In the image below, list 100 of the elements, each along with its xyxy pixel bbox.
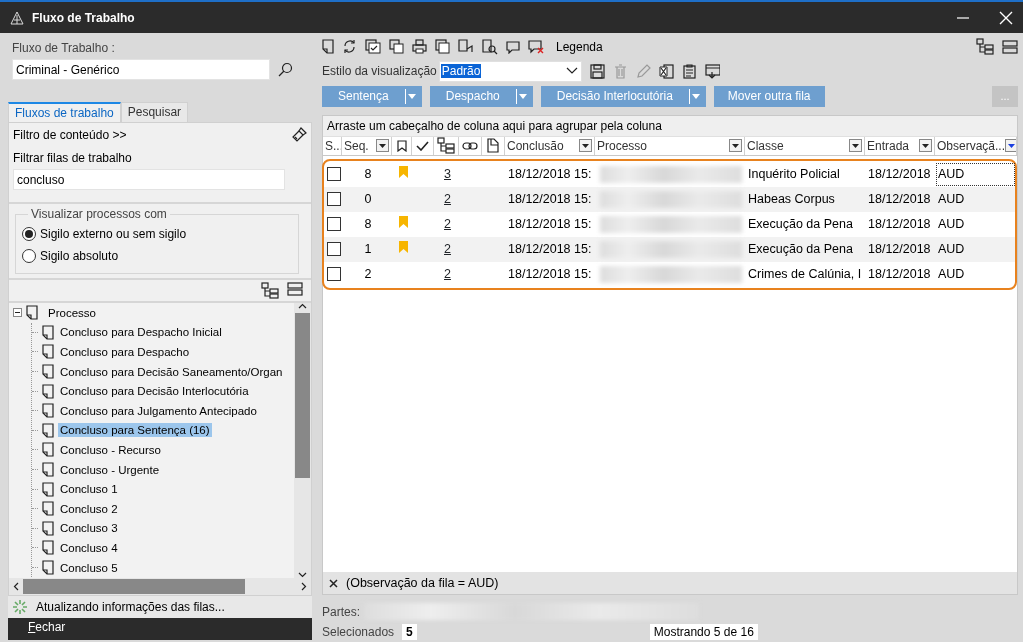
field-label: Fluxo de Trabalho : bbox=[11, 41, 116, 55]
save-icon[interactable] bbox=[589, 63, 605, 79]
tab[interactable]: Fluxos de trabalho bbox=[8, 102, 121, 122]
filter-toggle-link[interactable]: Filtro de conteúdo >> bbox=[13, 128, 127, 142]
table-cell-text: AUD bbox=[937, 267, 966, 282]
table-cell-text: Execução da Pena bbox=[747, 242, 854, 257]
table-cell-text: AUD bbox=[937, 217, 966, 232]
tab[interactable]: Pesquisar bbox=[120, 102, 189, 122]
tree-item[interactable]: Concluso 5 bbox=[58, 560, 120, 575]
dropdown-arrow-icon bbox=[379, 143, 386, 148]
comment-icon[interactable] bbox=[506, 39, 520, 54]
table-cell-text: Execução da Pena bbox=[747, 217, 854, 232]
queue-icon bbox=[42, 364, 54, 380]
tree-item[interactable]: Concluso 3 bbox=[58, 521, 120, 536]
close-button[interactable]: Fechar bbox=[8, 618, 312, 640]
expand-all-icon[interactable] bbox=[976, 38, 994, 56]
checklist-icon[interactable] bbox=[365, 39, 381, 55]
queue-icon bbox=[42, 422, 54, 438]
refresh-icon[interactable] bbox=[342, 39, 357, 55]
close-icon[interactable] bbox=[999, 10, 1013, 25]
filter-dropdown[interactable] bbox=[849, 139, 862, 153]
scroll-left-icon[interactable] bbox=[13, 582, 19, 591]
filter-dropdown[interactable] bbox=[376, 139, 389, 153]
clear-filter-icon[interactable] bbox=[329, 578, 338, 588]
collapse-all-icon[interactable] bbox=[1002, 39, 1018, 54]
tree-item[interactable]: Concluso para Sentença (16) bbox=[58, 423, 212, 438]
window-export-icon[interactable] bbox=[704, 63, 720, 79]
collapse-node-icon[interactable] bbox=[13, 308, 22, 318]
table-cell-text: 0 bbox=[363, 192, 373, 207]
horizontal-scrollbar[interactable] bbox=[9, 578, 311, 595]
tree-item[interactable]: Concluso - Recurso bbox=[58, 442, 163, 457]
filter-text: (Observação da fila = AUD) bbox=[346, 576, 499, 590]
expand-all-icon[interactable] bbox=[261, 282, 279, 299]
collapse-all-icon[interactable] bbox=[287, 282, 303, 296]
spreadsheet-icon[interactable] bbox=[658, 63, 674, 79]
clipboard-icon[interactable] bbox=[681, 63, 697, 79]
document-icon bbox=[487, 138, 499, 154]
legend-link[interactable]: Legenda bbox=[556, 39, 603, 54]
dropdown-arrow-icon[interactable] bbox=[519, 93, 528, 99]
row-checkbox[interactable] bbox=[327, 242, 341, 257]
tree-item[interactable]: Concluso 4 bbox=[58, 540, 120, 555]
new-document-icon[interactable] bbox=[322, 39, 334, 55]
brush-icon[interactable] bbox=[291, 127, 307, 143]
queue-icon bbox=[42, 344, 54, 360]
scroll-right-icon[interactable] bbox=[301, 582, 307, 591]
queue-icon bbox=[42, 403, 54, 419]
tree-item[interactable]: Processo bbox=[46, 305, 98, 320]
count-link[interactable]: 2 bbox=[444, 192, 451, 207]
row-checkbox[interactable] bbox=[327, 217, 341, 232]
queue-icon bbox=[42, 462, 54, 478]
count-link[interactable]: 3 bbox=[444, 167, 451, 182]
table-cell-text: 1 bbox=[363, 242, 373, 257]
radio-option[interactable]: Sigilo externo ou sem sigilo bbox=[22, 223, 292, 245]
print-icon[interactable] bbox=[412, 39, 427, 55]
checkmark-icon bbox=[416, 140, 429, 151]
dropdown-arrow-icon[interactable] bbox=[408, 93, 417, 99]
copy-icon[interactable] bbox=[389, 39, 404, 55]
group-by-hint: Arraste um cabeçalho de coluna aqui para agrupar pela coluna bbox=[323, 115, 1017, 137]
queue-icon bbox=[42, 324, 54, 340]
bookmark-icon bbox=[396, 139, 407, 152]
row-checkbox[interactable] bbox=[327, 192, 341, 207]
dropdown-arrow-icon[interactable] bbox=[692, 93, 701, 99]
search-icon[interactable] bbox=[278, 61, 294, 78]
tree-item[interactable]: Concluso para Julgamento Antecipado bbox=[58, 403, 259, 418]
filter-dropdown[interactable] bbox=[919, 139, 932, 153]
tree-item[interactable]: Concluso para Decisão Interlocutória bbox=[58, 384, 251, 399]
field-label: Partes: bbox=[322, 604, 360, 619]
tree-item[interactable]: Concluso - Urgente bbox=[58, 462, 162, 477]
row-checkbox[interactable] bbox=[327, 267, 341, 282]
scroll-down-icon[interactable] bbox=[298, 572, 307, 578]
filter-field[interactable]: concluso bbox=[13, 169, 285, 190]
count-link[interactable]: 2 bbox=[444, 217, 451, 232]
tree-item[interactable]: Concluso para Despacho Inicial bbox=[58, 325, 224, 340]
filter-dropdown[interactable] bbox=[729, 139, 742, 153]
queue-icon bbox=[26, 305, 38, 321]
dropdown-arrow-icon bbox=[852, 143, 859, 148]
field-label: Filtrar filas de trabalho bbox=[13, 151, 133, 165]
comment-delete-icon[interactable] bbox=[528, 39, 544, 55]
workflow-field[interactable]: Criminal - Genérico bbox=[12, 59, 270, 80]
group-title: Visualizar processos com bbox=[28, 207, 170, 221]
field-label: Estilo da visualização bbox=[322, 64, 437, 79]
view-style-dropdown[interactable]: Padrão bbox=[438, 60, 582, 82]
dropdown-arrow-icon bbox=[922, 143, 929, 148]
count-link[interactable]: 2 bbox=[444, 267, 451, 282]
document-search-icon[interactable] bbox=[482, 38, 498, 55]
table-cell-text: Crimes de Calúnia, I bbox=[747, 267, 863, 282]
tree-item[interactable]: Concluso para Despacho bbox=[58, 345, 192, 359]
scroll-up-icon[interactable] bbox=[298, 303, 307, 309]
filter-dropdown[interactable] bbox=[1005, 139, 1016, 153]
table-cell-text: 8 bbox=[363, 217, 373, 232]
table-cell-text: 18/12/2018 bbox=[867, 267, 932, 282]
row-checkbox[interactable] bbox=[327, 167, 341, 182]
vertical-scrollbar[interactable] bbox=[294, 303, 311, 578]
tree-item[interactable]: Concluso 1 bbox=[58, 482, 120, 497]
count-link[interactable]: 2 bbox=[444, 242, 451, 257]
tree-item[interactable]: Concluso para Decisão Saneamento/Organ bbox=[58, 364, 285, 379]
queue-icon bbox=[42, 560, 54, 575]
radio-option[interactable]: Sigilo absoluto bbox=[22, 245, 292, 267]
tree-item[interactable]: Concluso 2 bbox=[58, 501, 120, 516]
filter-dropdown[interactable] bbox=[579, 139, 592, 153]
